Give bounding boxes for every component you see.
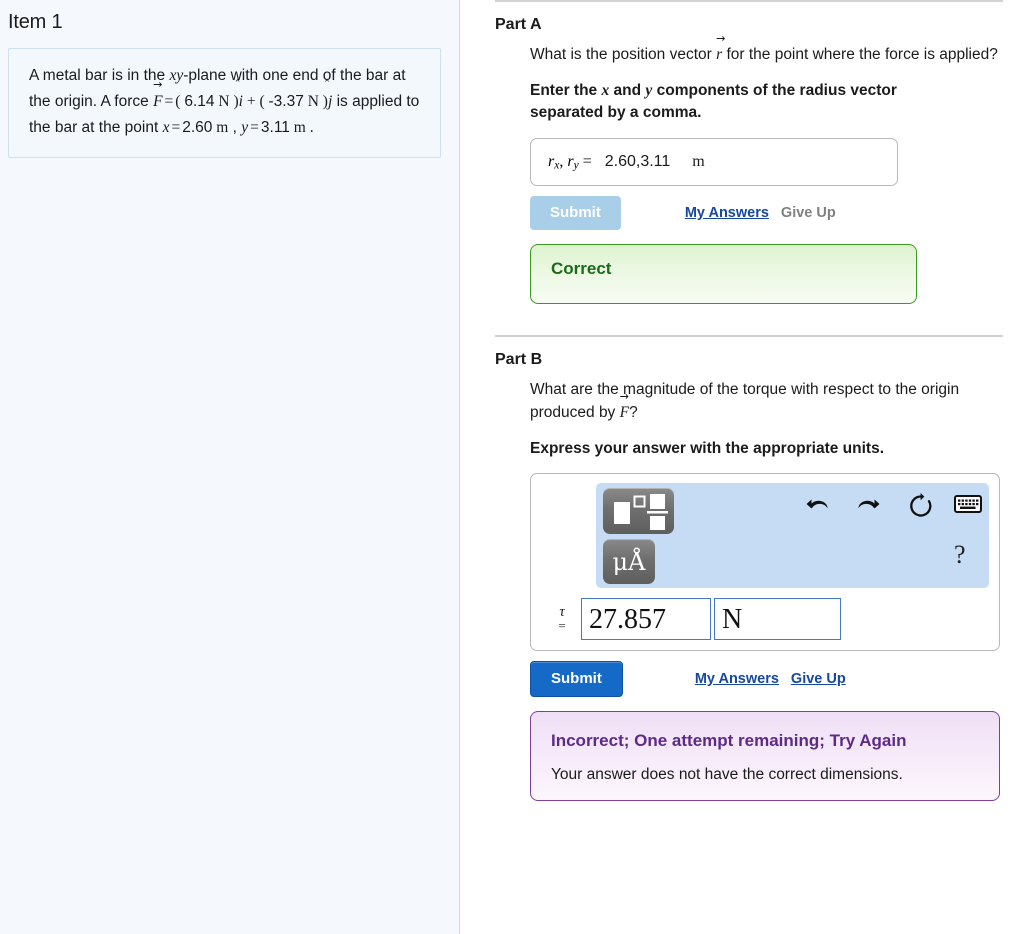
part-b-question: What are the magnitude of the torque wit…	[530, 378, 1004, 424]
part-b-instruction: Express your answer with the appropriate…	[530, 440, 885, 457]
y-unit: m	[293, 119, 306, 136]
page-root: Item 1 A metal bar is in the xy-plane wi…	[0, 0, 1024, 934]
j-hat-symbol: ̂j	[328, 89, 332, 115]
paren-open-1: (	[175, 93, 185, 110]
part-a-question-lead: What is the position vector	[530, 46, 717, 63]
equals-symbol: =	[558, 618, 566, 633]
math-toolbar: μÅ ?	[596, 483, 989, 588]
part-b-actions: Submit My Answers Give Up	[530, 661, 1004, 697]
reset-icon[interactable]	[906, 491, 936, 526]
x-unit: m	[216, 119, 229, 136]
xy-plane-symbol: xy	[169, 67, 184, 84]
force-y-value: -3.37	[268, 93, 304, 110]
help-icon[interactable]: ?	[954, 540, 966, 570]
part-a-give-up-link: Give Up	[780, 205, 836, 221]
undo-glyph	[806, 499, 828, 509]
part-a-field-label: rx, ry =	[548, 152, 592, 172]
i-hat-symbol: ̂i	[239, 89, 243, 115]
part-b-my-answers-link[interactable]: My Answers	[695, 671, 779, 687]
part-a-feedback-correct: Correct	[530, 244, 917, 304]
part-a-actions: Submit My Answers Give Up	[530, 196, 1004, 230]
part-a-field-equals: =	[582, 152, 592, 170]
part-b-submit-button[interactable]: Submit	[530, 661, 623, 697]
part-a-answer-field[interactable]: rx, ry = 2.60,3.11 m	[530, 138, 898, 186]
vector-arrow-icon: →	[153, 78, 163, 92]
force-vector-symbol: → F	[153, 78, 163, 110]
part-a-feedback-title: Correct	[551, 259, 612, 278]
part-a-answer-units: m	[692, 153, 705, 170]
divider-part-a	[495, 0, 1003, 2]
part-b-input-row: τ = 27.857 N	[551, 598, 989, 640]
part-b-field-label: τ =	[551, 605, 573, 633]
part-b-feedback-incorrect: Incorrect; One attempt remaining; Try Ag…	[530, 711, 1000, 801]
hat-accent-icon: ̂	[239, 82, 243, 88]
reset-glyph	[910, 493, 932, 517]
part-b-value-input[interactable]: 27.857	[581, 598, 711, 640]
part-a-question-tail: for the point where the force is applied…	[722, 46, 998, 63]
part-a-question: What is the position vector → r for the p…	[530, 32, 1004, 66]
force-x-value: 6.14	[184, 93, 215, 110]
force-y-unit: N	[307, 93, 319, 110]
instruction-mid: and	[609, 82, 646, 99]
paren-close-2: )	[318, 93, 328, 110]
redo-glyph	[858, 499, 880, 509]
part-b-link-group: My Answers Give Up	[695, 671, 846, 687]
problem-statement-text: A metal bar is in the xy-plane with one …	[29, 67, 420, 136]
keyboard-icon[interactable]	[954, 494, 982, 519]
part-b-feedback-body: Your answer does not have the correct di…	[551, 766, 903, 783]
equals-sign-1: =	[164, 93, 174, 110]
period: .	[305, 119, 314, 136]
units-template-glyph: μÅ	[612, 547, 646, 576]
part-b-body: What are the magnitude of the torque wit…	[530, 378, 1024, 801]
vector-arrow-icon-r: →	[716, 32, 726, 46]
math-template-glyph	[614, 494, 668, 530]
part-b-feedback-title: Incorrect; One attempt remaining; Try Ag…	[551, 731, 907, 750]
part-a-answer-value[interactable]: 2.60,3.11	[605, 153, 671, 171]
hat-accent-icon-2: ̂	[328, 82, 332, 88]
page-title: Item 1	[8, 11, 63, 33]
part-a-link-group: My Answers Give Up	[685, 205, 836, 221]
redo-icon[interactable]	[856, 493, 882, 524]
problem-statement-box: A metal bar is in the xy-plane with one …	[8, 48, 441, 158]
undo-icon[interactable]	[804, 493, 830, 524]
divider-part-b	[495, 335, 1003, 337]
part-b-give-up-link[interactable]: Give Up	[791, 671, 846, 687]
keyboard-glyph	[954, 495, 982, 513]
part-b-question-tail: ?	[629, 404, 638, 421]
units-template-icon[interactable]: μÅ	[603, 539, 655, 584]
x-value: 2.60	[182, 119, 213, 136]
y-value: 3.11	[260, 119, 290, 136]
force-vector-symbol-b: → F	[619, 390, 630, 421]
equals-sign-2: =	[171, 119, 181, 136]
math-template-icon[interactable]	[603, 488, 674, 534]
problem-panel: Item 1 A metal bar is in the xy-plane wi…	[0, 0, 460, 934]
plus-sign: + (	[242, 93, 269, 110]
part-b-question-lead: What are the magnitude of the torque wit…	[530, 381, 960, 421]
part-a-body: What is the position vector → r for the p…	[530, 32, 1024, 304]
part-b-answer-widget: μÅ ? τ = 27.857 N	[530, 473, 1000, 651]
instruction-lead: Enter the	[530, 82, 602, 99]
comma-separator: ,	[228, 119, 242, 136]
part-b-units-input[interactable]: N	[714, 598, 841, 640]
part-a-my-answers-link[interactable]: My Answers	[685, 205, 769, 221]
part-b-heading: Part B	[495, 351, 543, 368]
answer-panel: Part A What is the position vector → r fo…	[461, 0, 1024, 934]
part-a-heading: Part A	[495, 16, 542, 33]
position-vector-symbol: → r	[716, 32, 726, 63]
problem-text-part-1: A metal bar is in the	[29, 67, 170, 84]
equals-sign-3: =	[250, 119, 259, 136]
part-a-instruction: Enter the x and y components of the radi…	[530, 80, 970, 124]
paren-close-1: )	[229, 93, 239, 110]
part-a-submit-button[interactable]: Submit	[530, 196, 621, 230]
vector-arrow-icon-f: →	[619, 390, 630, 404]
